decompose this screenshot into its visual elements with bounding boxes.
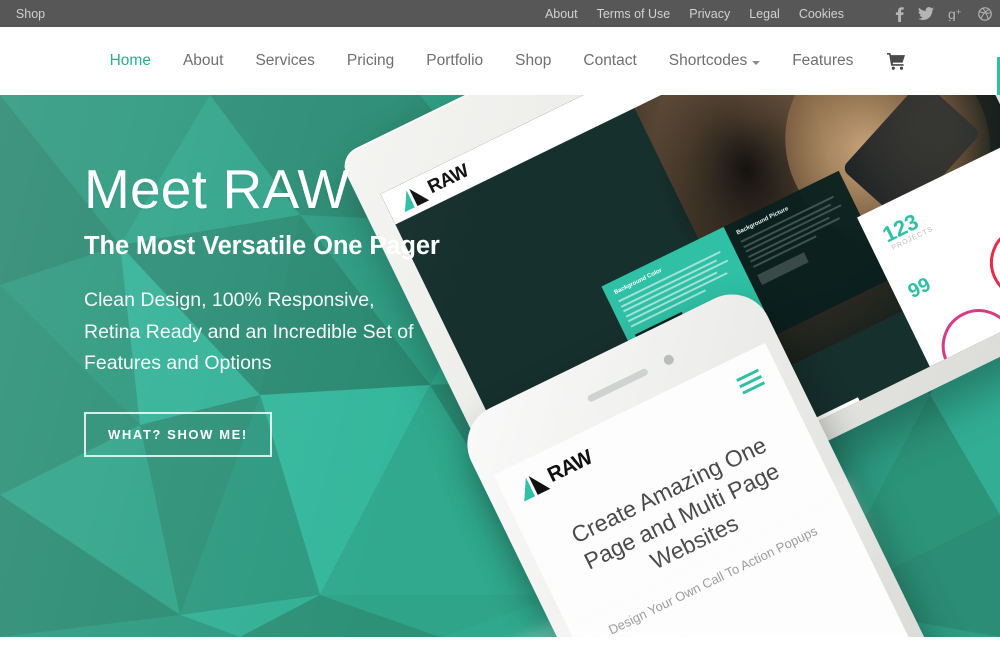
nav-item-portfolio[interactable]: Portfolio xyxy=(410,52,499,70)
phone-raw-logo-text: RAW xyxy=(543,445,596,488)
nav-item-pricing[interactable]: Pricing xyxy=(331,52,410,70)
svg-text:+: + xyxy=(956,7,961,17)
shopping-cart-icon[interactable] xyxy=(887,52,906,70)
nav-item-home[interactable]: Home xyxy=(94,52,167,70)
chevron-down-icon xyxy=(752,61,761,65)
phone-menu-icon[interactable] xyxy=(736,368,767,398)
svg-text:g: g xyxy=(948,7,956,21)
page-root: og Shop About Terms of Use Privacy Legal… xyxy=(0,0,1000,648)
topbar-link-privacy[interactable]: Privacy xyxy=(689,7,730,21)
nav-item-contact[interactable]: Contact xyxy=(567,52,652,70)
stat-number-secondary: 99 xyxy=(904,273,935,304)
facebook-icon[interactable] xyxy=(895,6,904,22)
topbar-link-terms-of-use[interactable]: Terms of Use xyxy=(597,7,671,21)
topbar-link-cookies[interactable]: Cookies xyxy=(799,7,844,21)
topbar-link-shop[interactable]: Shop xyxy=(16,7,45,21)
google-plus-icon[interactable]: g + xyxy=(948,7,964,21)
top-utility-bar: og Shop About Terms of Use Privacy Legal… xyxy=(0,0,1000,27)
hero-cta-button[interactable]: WHAT? SHOW ME! xyxy=(84,411,272,457)
hero-paragraph: Clean Design, 100% Responsive, Retina Re… xyxy=(84,289,414,375)
below-fold-area xyxy=(0,637,1000,648)
topbar-right-links: About Terms of Use Privacy Legal Cookies… xyxy=(545,6,1000,22)
nav-item-services[interactable]: Services xyxy=(239,52,330,70)
stat-ring-people: People xyxy=(977,213,1000,313)
hero-copy: Meet RAW The Most Versatile One Pager Cl… xyxy=(84,158,504,457)
twitter-icon[interactable] xyxy=(918,6,934,21)
hero-title: Meet RAW xyxy=(84,158,350,220)
panel-dark-button[interactable] xyxy=(756,251,809,285)
topbar-link-about[interactable]: About xyxy=(545,7,578,21)
nav-item-shortcodes[interactable]: Shortcodes xyxy=(653,52,776,70)
hero-subtitle: The Most Versatile One Pager xyxy=(84,232,440,261)
nav-item-shortcodes-label: Shortcodes xyxy=(668,52,748,69)
nav-links: Home About Services Pricing Portfolio Sh… xyxy=(94,52,907,70)
hamburger-icon xyxy=(848,456,879,483)
hero-section: RAW SIGN UP Background Color xyxy=(0,95,1000,637)
nav-item-shop[interactable]: Shop xyxy=(499,52,567,70)
social-links: g + xyxy=(895,6,992,22)
nav-item-features[interactable]: Features xyxy=(776,52,869,70)
topbar-link-legal[interactable]: Legal xyxy=(749,7,780,21)
topbar-left-links: og Shop xyxy=(0,7,45,21)
main-navigation: Home About Services Pricing Portfolio Sh… xyxy=(0,27,1000,122)
nav-item-about[interactable]: About xyxy=(167,52,240,70)
dribbble-icon[interactable] xyxy=(978,6,992,21)
